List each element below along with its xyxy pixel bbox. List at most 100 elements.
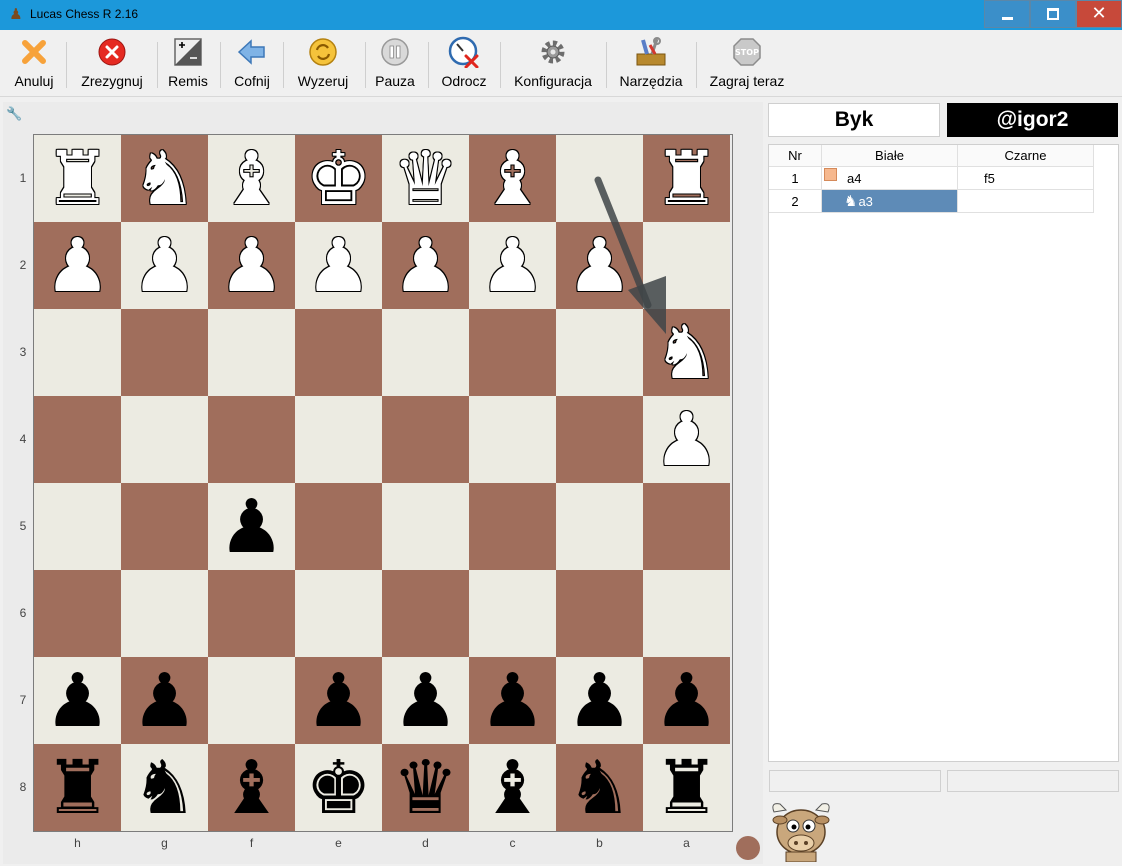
square-g7[interactable]: ♟: [121, 657, 208, 744]
pause-button[interactable]: Pauza: [373, 36, 417, 94]
square-c7[interactable]: ♟: [469, 657, 556, 744]
square-e7[interactable]: ♟: [295, 657, 382, 744]
square-e4[interactable]: [295, 396, 382, 483]
square-a3[interactable]: ♞: [643, 309, 730, 396]
square-c3[interactable]: [469, 309, 556, 396]
move-2-black[interactable]: [958, 190, 1094, 213]
black-pawn-icon[interactable]: ♟: [653, 664, 719, 738]
square-h5[interactable]: [34, 483, 121, 570]
square-e5[interactable]: [295, 483, 382, 570]
moves-table[interactable]: Nr Białe Czarne 1 a4 f5 2 ♞ a3: [768, 144, 1119, 762]
square-g8[interactable]: ♞: [121, 744, 208, 831]
square-a2[interactable]: [643, 222, 730, 309]
white-pawn-icon[interactable]: ♟: [653, 403, 719, 477]
white-pawn-icon[interactable]: ♟: [392, 229, 458, 303]
move-2-white[interactable]: ♞ a3: [822, 190, 958, 213]
square-h4[interactable]: [34, 396, 121, 483]
black-rook-icon[interactable]: ♜: [653, 751, 719, 825]
square-c5[interactable]: [469, 483, 556, 570]
black-pawn-icon[interactable]: ♟: [305, 664, 371, 738]
white-bishop-icon[interactable]: ♝: [479, 142, 545, 216]
square-a6[interactable]: [643, 570, 730, 657]
play-now-button[interactable]: STOP Zagraj teraz: [704, 36, 790, 94]
black-pawn-icon[interactable]: ♟: [218, 490, 284, 564]
square-h6[interactable]: [34, 570, 121, 657]
white-king-icon[interactable]: ♚: [305, 142, 371, 216]
square-c4[interactable]: [469, 396, 556, 483]
square-f1[interactable]: ♝: [208, 135, 295, 222]
tools-button[interactable]: Narzędzia: [616, 36, 686, 94]
black-pawn-icon[interactable]: ♟: [566, 664, 632, 738]
move-1-white[interactable]: a4: [822, 167, 958, 190]
square-b2[interactable]: ♟: [556, 222, 643, 309]
square-h7[interactable]: ♟: [34, 657, 121, 744]
square-e6[interactable]: [295, 570, 382, 657]
square-a7[interactable]: ♟: [643, 657, 730, 744]
wrench-icon[interactable]: 🔧: [6, 107, 22, 122]
square-a1[interactable]: ♜: [643, 135, 730, 222]
white-rook-icon[interactable]: ♜: [44, 142, 110, 216]
square-f6[interactable]: [208, 570, 295, 657]
white-pawn-icon[interactable]: ♟: [131, 229, 197, 303]
square-g6[interactable]: [121, 570, 208, 657]
header-black[interactable]: Czarne: [958, 145, 1094, 167]
white-pawn-icon[interactable]: ♟: [44, 229, 110, 303]
white-pawn-icon[interactable]: ♟: [566, 229, 632, 303]
square-b7[interactable]: ♟: [556, 657, 643, 744]
square-b5[interactable]: [556, 483, 643, 570]
square-h8[interactable]: ♜: [34, 744, 121, 831]
reset-button[interactable]: Wyzeruj: [292, 36, 354, 94]
white-knight-icon[interactable]: ♞: [653, 316, 719, 390]
draw-button[interactable]: Remis: [166, 36, 210, 94]
chess-board[interactable]: ♜ ♞ ♝ ♚ ♛ ♝ ♜ ♟ ♟ ♟ ♟ ♟ ♟ ♟ ♞ ♟ ♟ ♟ ♟ ♟ ♟ ♟ ♟ ♟ ♜ ♞ ♝ ♚ ♛ ♝ ♞ ♜: [33, 134, 733, 832]
square-f4[interactable]: [208, 396, 295, 483]
square-e1[interactable]: ♚: [295, 135, 382, 222]
header-nr[interactable]: Nr: [769, 145, 822, 167]
cancel-button[interactable]: Anuluj: [12, 36, 56, 94]
white-pawn-icon[interactable]: ♟: [218, 229, 284, 303]
square-e2[interactable]: ♟: [295, 222, 382, 309]
square-f2[interactable]: ♟: [208, 222, 295, 309]
square-g4[interactable]: [121, 396, 208, 483]
adjourn-button[interactable]: Odrocz: [438, 36, 490, 94]
square-e3[interactable]: [295, 309, 382, 396]
maximize-button[interactable]: [1030, 0, 1076, 28]
square-a4[interactable]: ♟: [643, 396, 730, 483]
undo-button[interactable]: Cofnij: [230, 36, 274, 94]
square-d2[interactable]: ♟: [382, 222, 469, 309]
square-f3[interactable]: [208, 309, 295, 396]
square-d7[interactable]: ♟: [382, 657, 469, 744]
square-h1[interactable]: ♜: [34, 135, 121, 222]
square-b4[interactable]: [556, 396, 643, 483]
resign-button[interactable]: Zrezygnuj: [76, 36, 148, 94]
square-b3[interactable]: [556, 309, 643, 396]
square-f7[interactable]: [208, 657, 295, 744]
square-d1[interactable]: ♛: [382, 135, 469, 222]
square-b8[interactable]: ♞: [556, 744, 643, 831]
square-c6[interactable]: [469, 570, 556, 657]
square-b6[interactable]: [556, 570, 643, 657]
black-queen-icon[interactable]: ♛: [392, 751, 458, 825]
square-c8[interactable]: ♝: [469, 744, 556, 831]
black-bishop-icon[interactable]: ♝: [479, 751, 545, 825]
square-c2[interactable]: ♟: [469, 222, 556, 309]
close-button[interactable]: ✕: [1076, 0, 1122, 28]
square-d4[interactable]: [382, 396, 469, 483]
move-1-black[interactable]: f5: [958, 167, 1094, 190]
square-g5[interactable]: [121, 483, 208, 570]
black-pawn-icon[interactable]: ♟: [44, 664, 110, 738]
square-a8[interactable]: ♜: [643, 744, 730, 831]
square-a5[interactable]: [643, 483, 730, 570]
white-pawn-icon[interactable]: ♟: [305, 229, 371, 303]
configuration-button[interactable]: Konfiguracja: [509, 36, 597, 94]
black-pawn-icon[interactable]: ♟: [392, 664, 458, 738]
square-f8[interactable]: ♝: [208, 744, 295, 831]
white-knight-icon[interactable]: ♞: [131, 142, 197, 216]
black-rook-icon[interactable]: ♜: [44, 751, 110, 825]
white-rook-icon[interactable]: ♜: [653, 142, 719, 216]
black-bishop-icon[interactable]: ♝: [218, 751, 284, 825]
white-bishop-icon[interactable]: ♝: [218, 142, 284, 216]
square-b1[interactable]: [556, 135, 643, 222]
black-pawn-icon[interactable]: ♟: [131, 664, 197, 738]
square-h3[interactable]: [34, 309, 121, 396]
